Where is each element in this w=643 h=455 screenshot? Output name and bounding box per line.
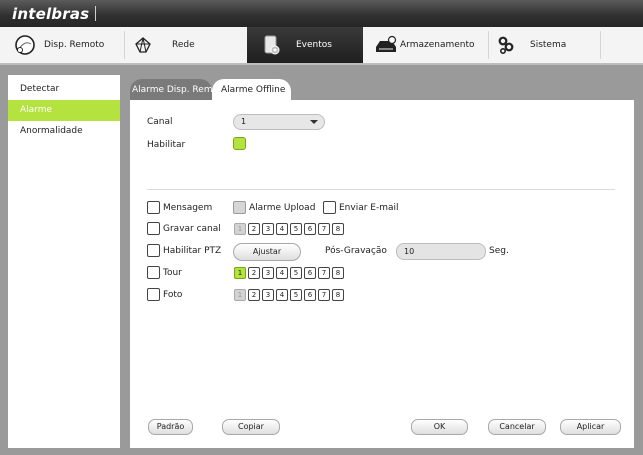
gravar-channel-1: 1 [234,223,246,235]
alarme-upload-label: Alarme Upload [249,203,316,213]
nav-item-remote-device[interactable]: Disp. Remoto [14,27,117,63]
tour-channel-8[interactable]: 8 [332,267,344,279]
tour-checkbox[interactable] [147,266,160,279]
ajustar-button[interactable]: Ajustar [233,243,301,261]
content-panel [130,100,634,448]
network-icon [135,37,151,53]
remote-device-icon [15,35,35,55]
nav-label: Sistema [530,40,567,50]
foto-channel-2[interactable]: 2 [248,289,260,301]
nav-label: Eventos [296,40,332,50]
gravar-canal-label: Gravar canal [163,224,221,234]
nav-separator [600,31,601,59]
mensagem-label: Mensagem [163,203,213,213]
nav-item-storage[interactable]: Armazenamento [374,27,484,63]
nav-item-network[interactable]: Rede [134,27,234,63]
brand-separator [95,6,96,21]
foto-channel-row: 1 2 3 4 5 6 7 8 [234,289,344,301]
foto-channel-6[interactable]: 6 [304,289,316,301]
enviar-email-label: Enviar E-mail [339,203,399,213]
pos-gravacao-label: Pós-Gravação [325,246,387,256]
gravar-channel-8[interactable]: 8 [332,223,344,235]
nav-item-events[interactable]: Eventos [247,27,363,63]
gravar-channel-2[interactable]: 2 [248,223,260,235]
aplicar-button[interactable]: Aplicar [560,419,621,435]
padrao-button[interactable]: Padrão [148,419,193,435]
alarme-upload-checkbox[interactable] [233,201,246,214]
seg-label: Seg. [489,246,509,256]
habilitar-ptz-checkbox[interactable] [147,244,160,257]
tab-alarme-disp-remoto[interactable]: Alarme Disp. Remoto [130,79,212,101]
brand-logo: intelbras [12,5,90,23]
tour-channel-1[interactable]: 1 [234,267,246,279]
gravar-channel-3[interactable]: 3 [262,223,274,235]
gravar-channel-4[interactable]: 4 [276,223,288,235]
foto-channel-1: 1 [234,289,246,301]
habilitar-ptz-label: Habilitar PTZ [163,246,222,256]
nav-separator [488,31,489,59]
foto-channel-3[interactable]: 3 [262,289,274,301]
foto-channel-5[interactable]: 5 [290,289,302,301]
foto-channel-7[interactable]: 7 [318,289,330,301]
habilitar-label: Habilitar [147,140,186,150]
foto-channel-4[interactable]: 4 [276,289,288,301]
nav-item-system[interactable]: Sistema [498,27,598,63]
tour-channel-5[interactable]: 5 [290,267,302,279]
ok-button[interactable]: OK [411,419,468,435]
sidebar-item-detectar[interactable]: Detectar [8,79,120,100]
tab-alarme-offline[interactable]: Alarme Offline [212,79,291,101]
chevron-down-icon [310,120,318,124]
storage-icon [376,35,397,52]
section-divider [147,189,615,190]
mensagem-checkbox[interactable] [147,201,160,214]
foto-checkbox[interactable] [147,288,160,301]
tour-channel-row: 1 2 3 4 5 6 7 8 [234,267,344,279]
title-bar: intelbras [0,0,643,27]
tour-channel-6[interactable]: 6 [304,267,316,279]
foto-channel-8[interactable]: 8 [332,289,344,301]
nav-label: Disp. Remoto [44,40,105,50]
foto-label: Foto [163,290,183,300]
enviar-email-checkbox[interactable] [323,201,336,214]
main-nav: Disp. Remoto Rede Eventos Armazenamento [0,27,643,65]
tour-channel-2[interactable]: 2 [248,267,260,279]
canal-label: Canal [147,117,173,127]
canal-select[interactable]: 1 [233,114,325,130]
gravar-channel-7[interactable]: 7 [318,223,330,235]
tour-channel-4[interactable]: 4 [276,267,288,279]
sidebar-item-alarme[interactable]: Alarme [8,100,120,121]
cancelar-button[interactable]: Cancelar [488,419,546,435]
system-gears-icon [498,36,514,54]
nav-label: Armazenamento [400,40,475,50]
copiar-button[interactable]: Copiar [222,419,280,435]
gravar-channel-row: 1 2 3 4 5 6 7 8 [234,223,344,235]
habilitar-checkbox[interactable] [233,137,246,150]
tour-channel-7[interactable]: 7 [318,267,330,279]
tour-label: Tour [163,268,182,278]
sidebar-item-anormalidade[interactable]: Anormalidade [8,121,120,142]
gravar-channel-6[interactable]: 6 [304,223,316,235]
gravar-channel-5[interactable]: 5 [290,223,302,235]
canal-select-value: 1 [241,117,247,126]
gravar-canal-checkbox[interactable] [147,222,160,235]
nav-separator [124,31,125,59]
nav-label: Rede [172,40,195,50]
pos-gravacao-input[interactable]: 10 [396,243,486,260]
tour-channel-3[interactable]: 3 [262,267,274,279]
sidebar: Detectar Alarme Anormalidade [8,75,120,448]
events-icon [264,35,280,55]
